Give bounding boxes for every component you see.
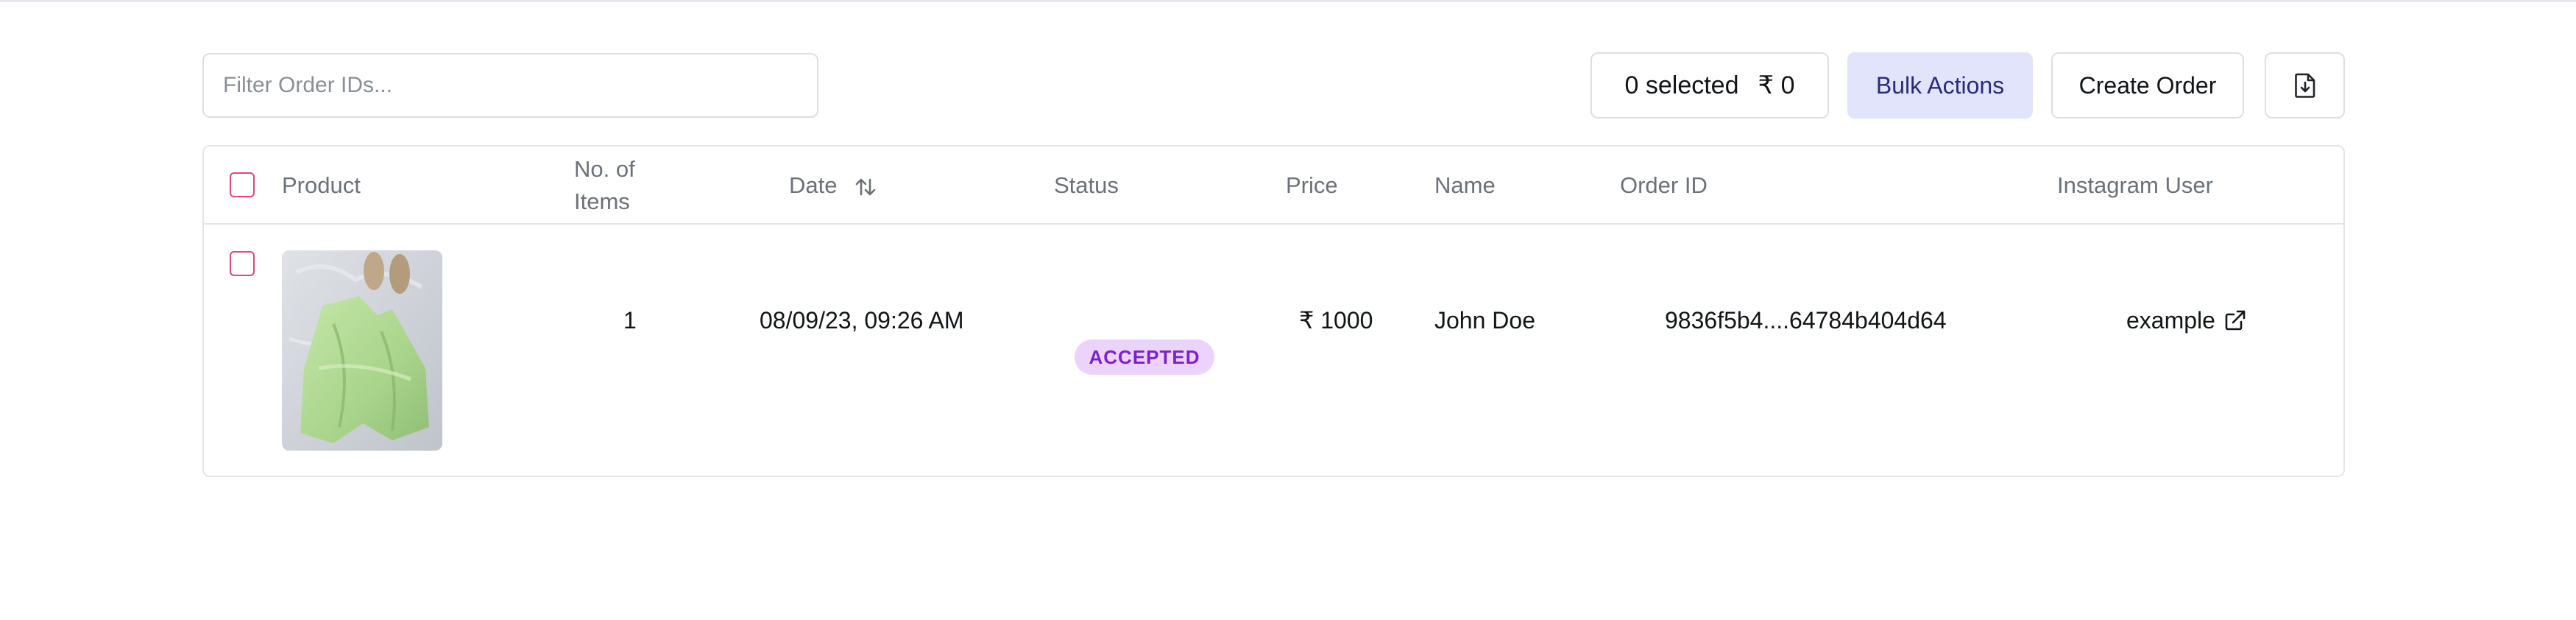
column-header-name: Name (1434, 172, 1496, 198)
row-price: ₹ 1000 (1299, 307, 1373, 334)
column-header-items-line1: No. of (574, 156, 635, 182)
status-badge: ACCEPTED (1075, 339, 1214, 375)
column-header-price: Price (1286, 172, 1338, 198)
bulk-actions-label: Bulk Actions (1875, 71, 2005, 99)
column-header-date-label: Date (789, 172, 838, 198)
table-header: Product No. of Items Date Status Price N… (204, 147, 2343, 225)
sort-icon (855, 178, 876, 196)
create-order-button[interactable]: Create Order (2051, 52, 2244, 119)
row-checkbox[interactable] (230, 251, 255, 276)
column-header-product: Product (282, 172, 361, 198)
create-order-label: Create Order (2078, 71, 2217, 99)
orders-table: Product No. of Items Date Status Price N… (202, 145, 2345, 477)
column-header-items-line2: Items (574, 189, 630, 214)
instagram-user-link[interactable]: example (2126, 304, 2246, 337)
column-header-instagram-user: Instagram User (2057, 172, 2213, 198)
product-thumbnail (282, 250, 442, 451)
filter-order-ids-input[interactable] (202, 53, 818, 118)
column-header-order-id: Order ID (1620, 172, 1708, 198)
column-header-date[interactable]: Date (789, 169, 877, 202)
row-name: John Doe (1434, 307, 1535, 334)
external-link-icon (2225, 310, 2246, 331)
bulk-actions-button[interactable]: Bulk Actions (1847, 52, 2033, 119)
selected-amount: ₹ 0 (1758, 71, 1795, 99)
selection-summary: 0 selected ₹ 0 (1590, 52, 1829, 119)
column-header-status: Status (1054, 172, 1119, 198)
instagram-user-label: example (2126, 307, 2215, 334)
selected-count: 0 selected (1624, 71, 1739, 99)
row-items-count: 1 (623, 307, 637, 334)
top-divider (0, 0, 2576, 2)
select-all-checkbox[interactable] (230, 172, 255, 197)
row-date: 08/09/23, 09:26 AM (760, 307, 964, 334)
row-order-id: 9836f5b4....64784b404d64 (1665, 307, 1947, 334)
file-download-icon (2294, 73, 2315, 98)
export-button[interactable] (2265, 52, 2345, 119)
